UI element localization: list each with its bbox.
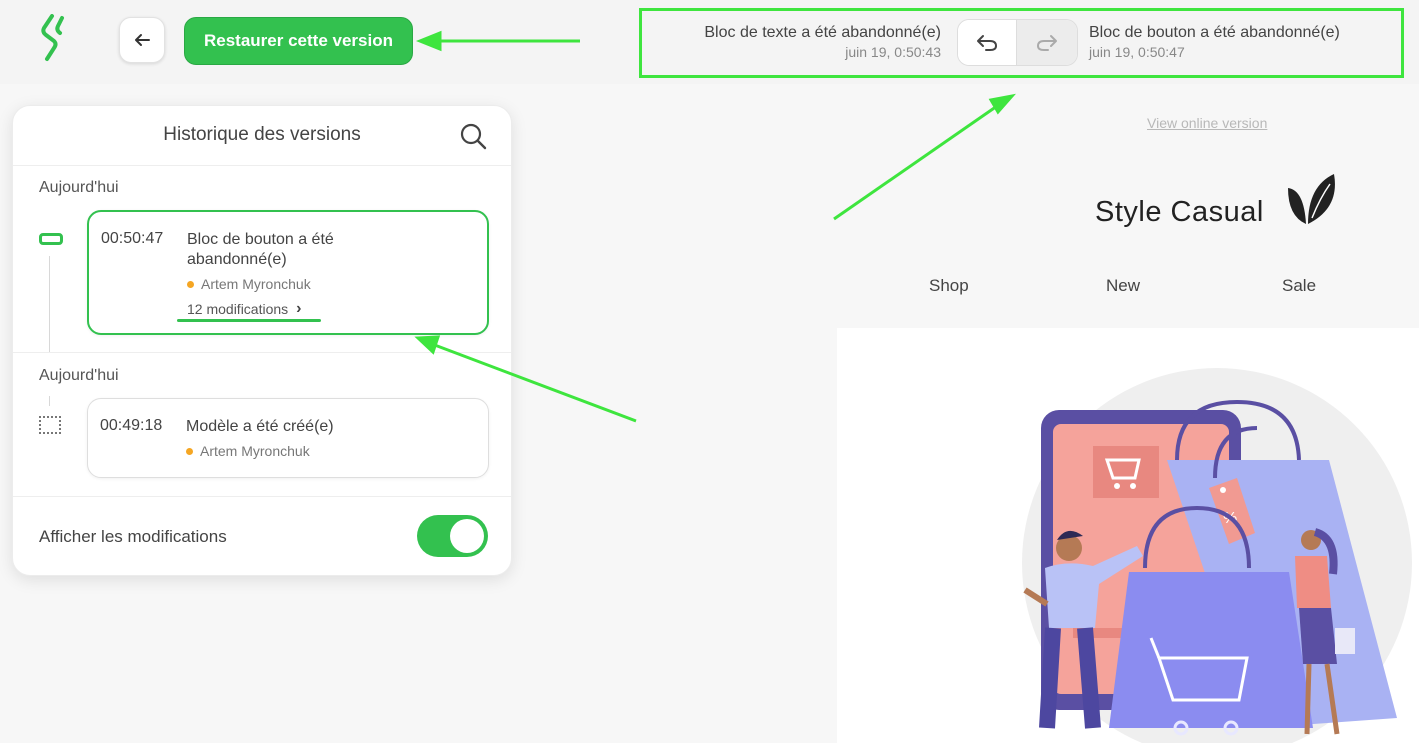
email-preview: View online version Style Casual Shop Ne… <box>837 84 1419 743</box>
history-navigation: Bloc de texte a été abandonné(e) juin 19… <box>639 8 1404 78</box>
back-button[interactable] <box>119 17 165 63</box>
group-date-label: Aujourd'hui <box>39 179 119 196</box>
restore-version-button[interactable]: Restaurer cette version <box>184 17 413 65</box>
next-change-title: Bloc de bouton a été abandonné(e) <box>1089 24 1340 41</box>
arrow-left-icon <box>135 34 150 46</box>
divider <box>13 352 511 353</box>
top-bar: Restaurer cette version Bloc de texte a … <box>0 0 1419 84</box>
panel-header: Historique des versions <box>13 106 511 166</box>
entry-user-name: Artem Myronchuk <box>200 443 310 459</box>
undo-icon <box>977 34 997 51</box>
entry-time: 00:50:47 <box>101 230 164 247</box>
annotation-underline <box>177 319 321 322</box>
chevron-right-icon: › <box>296 300 302 317</box>
template-icon <box>39 416 61 434</box>
user-status-dot <box>186 447 193 455</box>
view-online-link[interactable]: View online version <box>1147 115 1267 131</box>
search-icon[interactable] <box>459 122 487 150</box>
redo-icon <box>1037 34 1057 51</box>
next-change[interactable]: Bloc de bouton a été abandonné(e) juin 1… <box>1089 24 1340 60</box>
brand-name: Style Casual <box>1095 196 1264 228</box>
button-block-icon <box>39 233 63 245</box>
show-changes-label: Afficher les modifications <box>39 527 227 546</box>
entry-time: 00:49:18 <box>100 417 163 434</box>
group-date-label: Aujourd'hui <box>39 367 119 384</box>
entry-title: Modèle a été créé(e) <box>186 418 334 435</box>
divider <box>13 496 511 497</box>
leaf-logo-icon <box>1288 174 1335 224</box>
toggle-knob <box>450 519 484 553</box>
version-entry-active[interactable]: 00:50:47 Bloc de bouton a été abandonné(… <box>87 210 489 335</box>
timeline-line <box>49 396 50 406</box>
modifications-count: 12 modifications <box>187 301 289 317</box>
logo-icon <box>41 14 64 61</box>
previous-change-title: Bloc de texte a été abandonné(e) <box>704 24 941 41</box>
undo-button[interactable] <box>958 20 1018 65</box>
version-history-panel: Historique des versions Aujourd'hui 00:5… <box>12 105 512 576</box>
entry-title: Bloc de bouton a été abandonné(e) <box>187 231 334 268</box>
version-entry[interactable]: 00:49:18 Modèle a été créé(e) Artem Myro… <box>87 398 489 478</box>
shopping-illustration: % <box>1022 368 1412 743</box>
show-changes-toggle[interactable] <box>417 515 488 557</box>
previous-change[interactable]: Bloc de texte a été abandonné(e) juin 19… <box>704 24 941 60</box>
hero-illustration: % <box>837 328 1419 743</box>
modifications-link[interactable]: 12 modifications › <box>187 300 302 318</box>
timeline-line <box>49 256 50 352</box>
redo-button[interactable] <box>1017 20 1077 65</box>
previous-change-time: juin 19, 0:50:43 <box>845 44 941 60</box>
panel-title: Historique des versions <box>163 124 361 145</box>
entry-user: Artem Myronchuk <box>187 276 311 292</box>
menu-item-new[interactable]: New <box>1106 276 1140 296</box>
user-status-dot <box>187 280 194 288</box>
undo-redo-group <box>957 19 1078 66</box>
menu-item-sale[interactable]: Sale <box>1282 276 1316 296</box>
entry-user-name: Artem Myronchuk <box>201 276 311 292</box>
next-change-time: juin 19, 0:50:47 <box>1089 44 1185 60</box>
menu-item-shop[interactable]: Shop <box>929 276 969 296</box>
entry-user: Artem Myronchuk <box>186 443 310 459</box>
